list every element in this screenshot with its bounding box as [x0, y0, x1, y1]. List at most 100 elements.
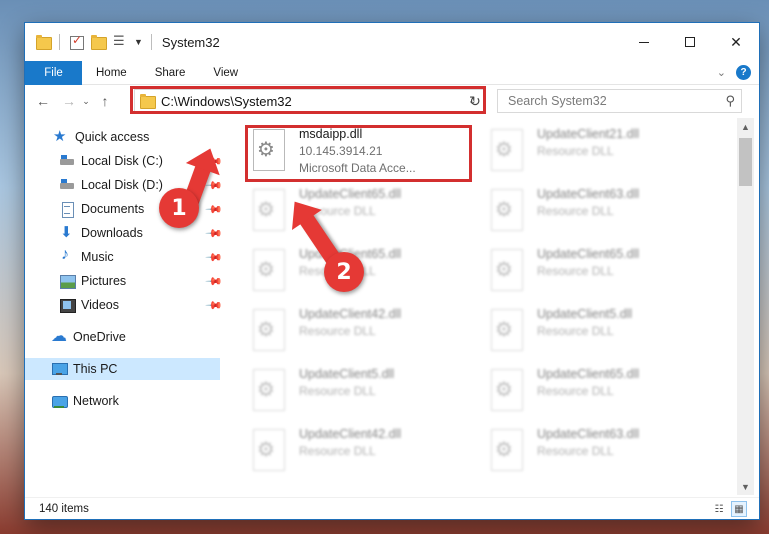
drive-icon	[59, 153, 75, 169]
file-item[interactable]: UpdateClient5.dll Resource DLL	[245, 365, 475, 425]
close-button[interactable]: ✕	[713, 23, 759, 61]
file-item[interactable]: UpdateClient5.dll Resource DLL	[483, 305, 713, 365]
maximize-icon	[685, 37, 695, 47]
dll-file-icon	[251, 129, 289, 177]
sidebar-item-label: OneDrive	[73, 330, 126, 344]
sidebar-item-videos[interactable]: Videos 📌	[25, 294, 223, 316]
pictures-icon	[59, 273, 76, 289]
pin-icon: 📌	[204, 224, 223, 243]
sidebar-item-label: Network	[73, 394, 119, 408]
view-toggle: ☷ ▦	[711, 501, 747, 517]
customize-toolbar-dropdown-icon[interactable]: ▼	[134, 37, 143, 47]
sidebar-item-this-pc[interactable]: This PC	[25, 358, 220, 380]
tab-file[interactable]: File	[25, 60, 82, 85]
new-folder-icon[interactable]	[90, 34, 107, 50]
scrollbar-thumb[interactable]	[739, 138, 752, 186]
up-arrow-icon: ↑	[101, 93, 109, 109]
file-item[interactable]: UpdateClient63.dll Resource DLL	[483, 185, 713, 245]
sidebar-item-label: Quick access	[75, 130, 150, 144]
dll-file-icon	[489, 189, 527, 237]
pin-icon: 📌	[204, 272, 223, 291]
toolbar-divider	[59, 34, 60, 50]
music-icon	[59, 246, 75, 265]
item-count: 140 items	[39, 502, 89, 515]
downloads-icon	[59, 223, 75, 241]
file-name: UpdateClient42.dll	[299, 307, 402, 321]
properties-check-icon[interactable]	[68, 33, 84, 50]
sidebar-item-label: Videos	[81, 298, 119, 312]
search-placeholder: Search System32	[508, 94, 607, 108]
sidebar-item-downloads[interactable]: Downloads 📌	[25, 222, 223, 244]
file-item[interactable]: UpdateClient42.dll Resource DLL	[245, 305, 475, 365]
sidebar-item-quick-access[interactable]: Quick access	[25, 126, 220, 148]
forward-button[interactable]: →	[59, 90, 79, 112]
file-explorer-window: ▼ System32 ✕ File Home Share View ⌄ ? ← …	[25, 23, 759, 519]
dll-file-icon	[251, 429, 289, 477]
file-item[interactable]: UpdateClient65.dll Resource DLL	[245, 185, 475, 245]
file-type: Resource DLL	[537, 144, 614, 158]
tab-share[interactable]: Share	[141, 61, 200, 85]
sidebar-item-label: This PC	[73, 362, 118, 376]
sidebar-item-label: Pictures	[81, 274, 127, 288]
folder-icon[interactable]	[35, 34, 52, 50]
pin-icon: 📌	[204, 296, 223, 315]
address-path[interactable]: C:\Windows\System32	[161, 94, 292, 109]
pin-icon: 📌	[204, 248, 223, 267]
maximize-button[interactable]	[667, 23, 713, 61]
tab-home[interactable]: Home	[82, 61, 141, 85]
dll-file-icon	[489, 249, 527, 297]
help-icon[interactable]: ?	[736, 65, 751, 80]
file-type: Resource DLL	[299, 444, 376, 458]
scroll-down-icon[interactable]: ▼	[737, 478, 754, 495]
refresh-button[interactable]: ↻	[465, 91, 485, 111]
address-bar[interactable]: C:\Windows\System32 ⌄	[134, 89, 484, 113]
dll-file-icon	[489, 309, 527, 357]
file-name: UpdateClient63.dll	[537, 427, 640, 441]
title-bar: ▼ System32 ✕	[25, 23, 759, 61]
sidebar-item-label: Documents	[81, 202, 145, 216]
sidebar-item-music[interactable]: Music 📌	[25, 246, 223, 268]
file-item[interactable]: UpdateClient65.dll Resource DLL	[483, 245, 713, 305]
sidebar-item-network[interactable]: Network	[25, 390, 220, 412]
file-item[interactable]: UpdateClient21.dll Resource DLL	[483, 125, 713, 185]
dll-file-icon	[489, 369, 527, 417]
file-name: UpdateClient65.dll	[537, 247, 640, 261]
search-icon[interactable]: ⚲	[725, 93, 735, 109]
status-bar: 140 items ☷ ▦	[25, 497, 759, 519]
file-item[interactable]: UpdateClient65.dll Resource DLL	[483, 365, 713, 425]
expand-ribbon-icon[interactable]: ⌄	[717, 66, 726, 79]
vertical-scrollbar[interactable]: ▲ ▼	[737, 118, 754, 495]
tiles-view-icon[interactable]: ▦	[731, 501, 747, 517]
file-item[interactable]: UpdateClient42.dll Resource DLL	[245, 425, 475, 485]
sidebar-item-pictures[interactable]: Pictures 📌	[25, 270, 223, 292]
sidebar-item-onedrive[interactable]: OneDrive	[25, 326, 220, 348]
close-icon: ✕	[730, 33, 742, 50]
up-button[interactable]: ↑	[95, 90, 115, 112]
properties-icon[interactable]	[112, 33, 128, 50]
minimize-button[interactable]	[621, 23, 667, 61]
navigation-bar: ← → ⌄ ↑ C:\Windows\System32 ⌄ ↻ Search S…	[25, 86, 759, 116]
file-type: Resource DLL	[537, 324, 614, 338]
details-view-icon[interactable]: ☷	[711, 501, 727, 517]
file-type: Resource DLL	[537, 204, 614, 218]
step-2-badge: 2	[324, 252, 364, 292]
search-input[interactable]: Search System32 ⚲	[497, 89, 742, 113]
file-name: UpdateClient21.dll	[537, 127, 640, 141]
network-icon	[51, 393, 68, 409]
sidebar-item-label: Local Disk (C:)	[81, 154, 163, 168]
window-title: System32	[161, 34, 220, 50]
sidebar-item-label: Downloads	[81, 226, 143, 240]
tab-view[interactable]: View	[199, 61, 252, 85]
back-arrow-icon: ←	[36, 93, 50, 109]
file-name: UpdateClient65.dll	[537, 367, 640, 381]
file-item[interactable]: UpdateClient63.dll Resource DLL	[483, 425, 713, 485]
dll-file-icon	[489, 429, 527, 477]
step-1-badge: 1	[159, 188, 199, 228]
recent-locations-button[interactable]: ⌄	[79, 90, 93, 112]
drive-icon	[59, 177, 75, 193]
ribbon-tabs: File Home Share View ⌄ ?	[25, 60, 759, 85]
back-button[interactable]: ←	[33, 90, 53, 112]
scroll-up-icon[interactable]: ▲	[737, 118, 754, 135]
refresh-icon: ↻	[469, 92, 481, 109]
file-item-msdaipp[interactable]: msdaipp.dll 10.145.3914.21 Microsoft Dat…	[245, 125, 475, 185]
